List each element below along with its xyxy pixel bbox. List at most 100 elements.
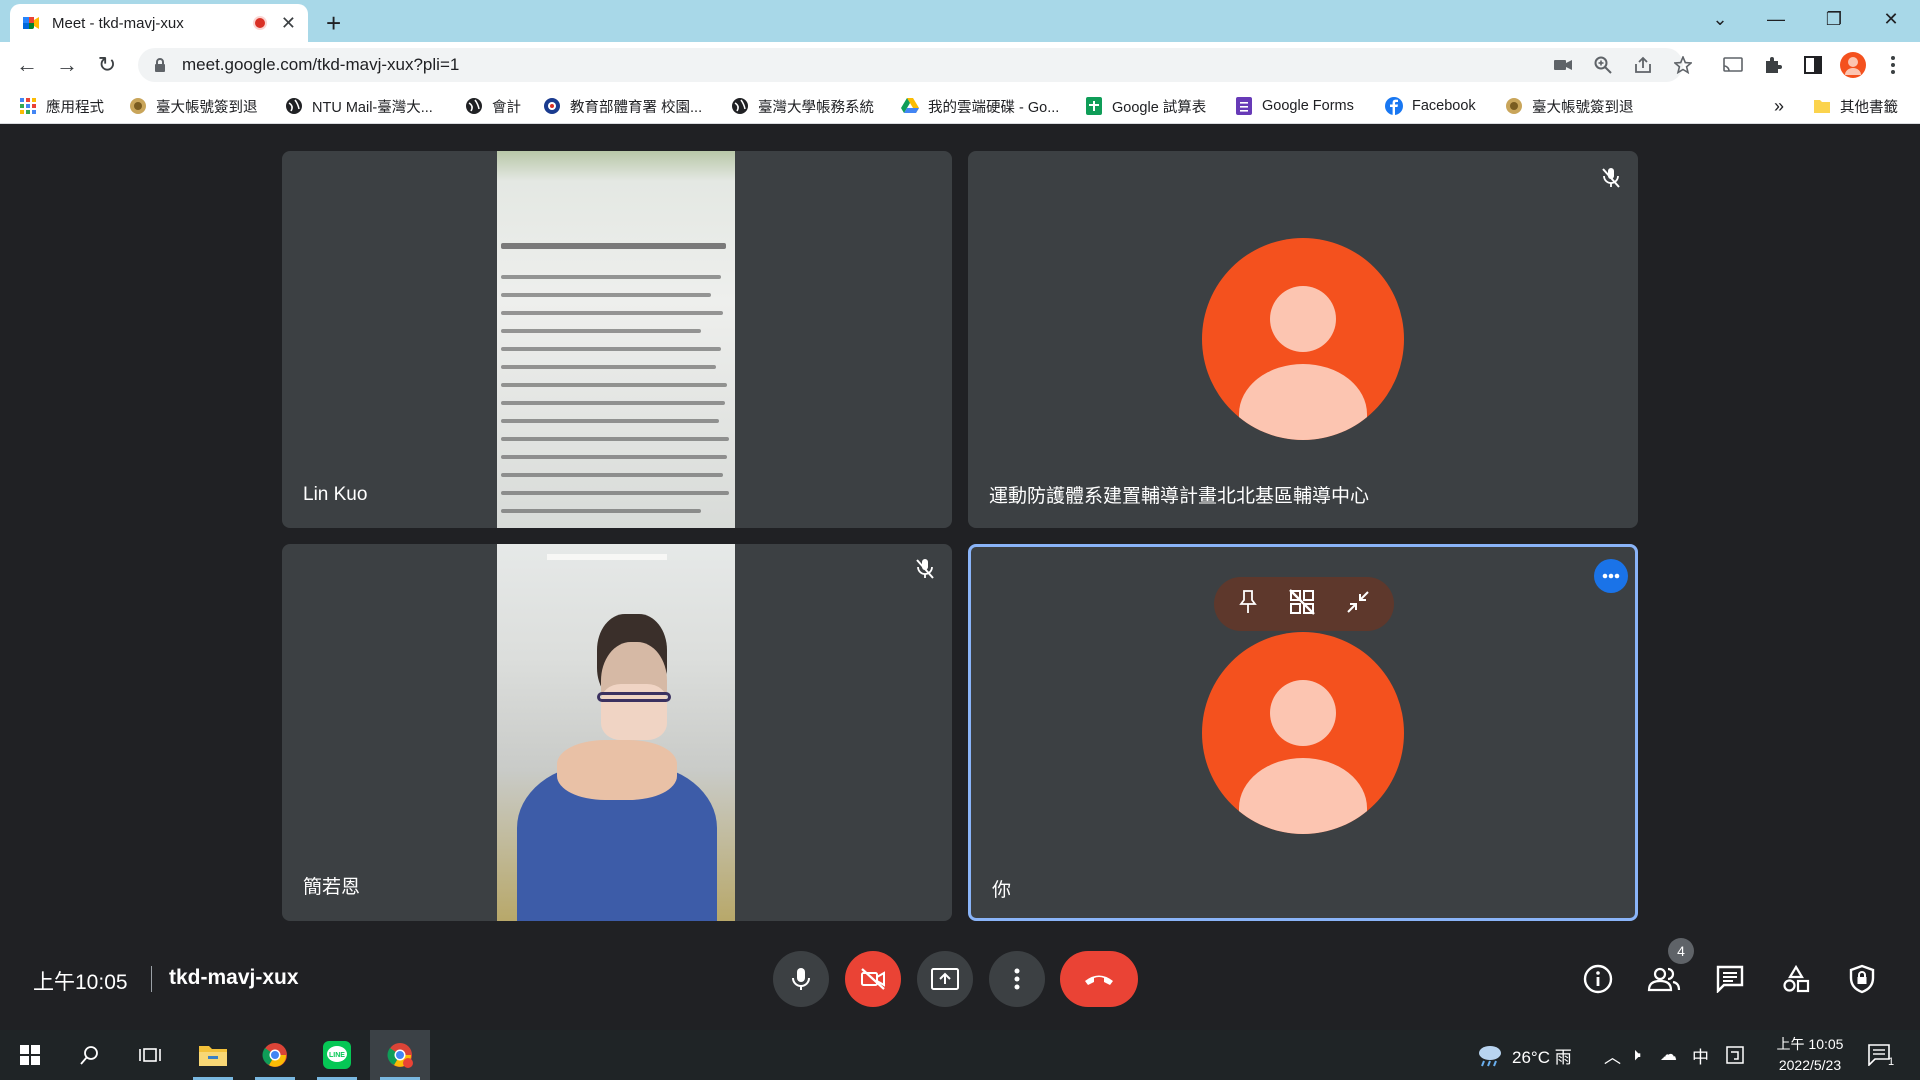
ime-indicator[interactable]: 中 (1692, 1030, 1709, 1080)
ime-mode-icon[interactable] (1726, 1030, 1744, 1080)
bookmark-item[interactable]: NTU Mail-臺灣大... (284, 95, 433, 117)
meeting-details-button[interactable] (1576, 957, 1620, 1001)
camera-in-use-icon[interactable] (1548, 50, 1578, 80)
camera-off-icon (861, 968, 885, 990)
task-view-icon (139, 1048, 161, 1062)
bookmark-item[interactable]: 應用程式 (18, 95, 104, 117)
participant-name: 運動防護體系建置輔導計畫北北基區輔導中心 (989, 486, 1370, 507)
extensions-puzzle-icon[interactable] (1758, 50, 1788, 80)
participant-tile[interactable]: Lin Kuo (282, 151, 952, 528)
rain-cloud-icon (1479, 1046, 1501, 1067)
side-panel-icon[interactable] (1798, 50, 1828, 80)
bookmarks-overflow-button[interactable]: » (1774, 95, 1784, 117)
apps-grid-icon (18, 96, 38, 116)
volume-icon[interactable]: 🕨 (1630, 1030, 1641, 1080)
profile-avatar-icon[interactable] (1838, 50, 1868, 80)
bookmark-item[interactable]: 臺大帳號簽到退 (128, 95, 258, 117)
bookmark-label: Google 試算表 (1112, 99, 1207, 116)
back-button[interactable]: ← (12, 50, 42, 80)
minimize-tile-icon[interactable] (1345, 589, 1371, 620)
bookmark-item[interactable]: 臺大帳號簽到退 (1504, 95, 1634, 117)
restore-button[interactable]: ❐ (1806, 0, 1862, 38)
present-screen-button[interactable] (917, 951, 973, 1007)
close-window-button[interactable]: ✕ (1863, 0, 1919, 38)
bookmark-label: 臺大帳號簽到退 (156, 99, 258, 116)
tab-search-chevron-icon[interactable]: ⌄ (1692, 0, 1748, 38)
file-explorer-button[interactable] (183, 1030, 243, 1080)
meeting-code: tkd-mavj-xux (169, 966, 299, 989)
chrome-taskbar-button[interactable] (245, 1030, 305, 1080)
line-app-button[interactable]: LINE (307, 1030, 367, 1080)
cast-icon[interactable] (1718, 50, 1748, 80)
bookmark-label: 會計 (492, 99, 521, 116)
bookmark-label: Facebook (1412, 98, 1476, 114)
zoom-icon[interactable] (1588, 50, 1618, 80)
minimize-button[interactable]: — (1748, 0, 1804, 38)
share-icon[interactable] (1628, 50, 1658, 80)
chat-button[interactable] (1708, 957, 1752, 1001)
weather-widget[interactable]: 26°C 雨 (1476, 1030, 1572, 1080)
divider (151, 966, 152, 992)
moe-seal-icon (542, 96, 562, 116)
address-bar[interactable]: meet.google.com/tkd-mavj-xux?pli=1 (138, 48, 1683, 82)
participant-name: Lin Kuo (303, 484, 368, 505)
folder-icon (1812, 96, 1832, 116)
close-tab-icon[interactable]: ✕ (281, 13, 296, 34)
windows-logo-icon (20, 1045, 40, 1065)
bookmark-item[interactable]: 會計 (464, 95, 521, 117)
pin-icon[interactable] (1237, 589, 1259, 620)
chrome-icon (262, 1043, 287, 1067)
start-button[interactable] (0, 1030, 60, 1080)
camera-off-button[interactable] (845, 951, 901, 1007)
mic-off-icon (1596, 163, 1626, 193)
svg-text:LINE: LINE (329, 1052, 345, 1059)
onedrive-cloud-icon[interactable]: ☁ (1660, 1030, 1677, 1080)
forward-button[interactable]: → (52, 50, 82, 80)
bookmarks-bar: 應用程式 臺大帳號簽到退 NTU Mail-臺灣大... 會計 教育部體育署 校… (0, 88, 1920, 124)
browser-tab-meet[interactable]: Meet - tkd-mavj-xux ✕ (10, 4, 308, 42)
recording-indicator-icon (252, 16, 267, 30)
activities-button[interactable] (1774, 957, 1818, 1001)
notification-center-button[interactable]: 1 (1868, 1030, 1894, 1080)
participant-video (497, 544, 735, 921)
other-bookmarks-label: 其他書籤 (1840, 99, 1898, 116)
microphone-icon (792, 968, 810, 990)
participant-tile[interactable]: 簡若恩 (282, 544, 952, 921)
other-bookmarks-folder[interactable]: 其他書籤 (1812, 95, 1898, 117)
bookmark-item[interactable]: 教育部體育署 校園... (542, 95, 702, 117)
bookmark-item[interactable]: 我的雲端硬碟 - Go... (900, 95, 1059, 117)
microphone-button[interactable] (773, 951, 829, 1007)
reload-button[interactable]: ↻ (92, 50, 122, 80)
browser-toolbar: ← → ↻ meet.google.com/tkd-mavj-xux?pli=1 (0, 42, 1920, 88)
remove-tile-icon[interactable] (1288, 588, 1316, 621)
info-icon (1583, 964, 1613, 994)
bookmark-item[interactable]: 臺灣大學帳務系統 (730, 95, 874, 117)
bookmark-item[interactable]: Google Forms (1234, 95, 1354, 117)
bookmark-item[interactable]: Google 試算表 (1084, 95, 1206, 117)
forms-icon (1234, 96, 1254, 116)
line-icon: LINE (323, 1041, 351, 1069)
participant-name: 簡若恩 (303, 877, 361, 898)
drive-icon (900, 96, 920, 116)
chat-icon (1716, 965, 1744, 993)
show-hidden-icons-button[interactable]: ︿ (1604, 1030, 1621, 1080)
participant-video (497, 151, 735, 528)
task-view-button[interactable] (120, 1030, 180, 1080)
new-tab-button[interactable]: + (326, 8, 341, 39)
search-button[interactable] (60, 1030, 120, 1080)
end-call-icon (1085, 975, 1113, 985)
leave-call-button[interactable] (1060, 951, 1138, 1007)
sheets-icon (1084, 96, 1104, 116)
taskbar-clock[interactable]: 上午 10:05 2022/5/23 (1760, 1034, 1860, 1076)
bookmark-star-icon[interactable] (1668, 50, 1698, 80)
more-options-button[interactable] (989, 951, 1045, 1007)
meet-pwa-taskbar-button[interactable] (370, 1030, 430, 1080)
chrome-menu-icon[interactable] (1878, 50, 1908, 80)
taskbar-date: 2022/5/23 (1778, 1057, 1842, 1073)
bookmark-item[interactable]: Facebook (1384, 95, 1476, 117)
more-options-icon[interactable] (1594, 559, 1628, 593)
globe-icon (284, 96, 304, 116)
host-controls-button[interactable] (1840, 957, 1884, 1001)
participant-tile[interactable]: 運動防護體系建置輔導計畫北北基區輔導中心 (968, 151, 1638, 528)
bookmark-label: 教育部體育署 校園... (570, 99, 703, 116)
